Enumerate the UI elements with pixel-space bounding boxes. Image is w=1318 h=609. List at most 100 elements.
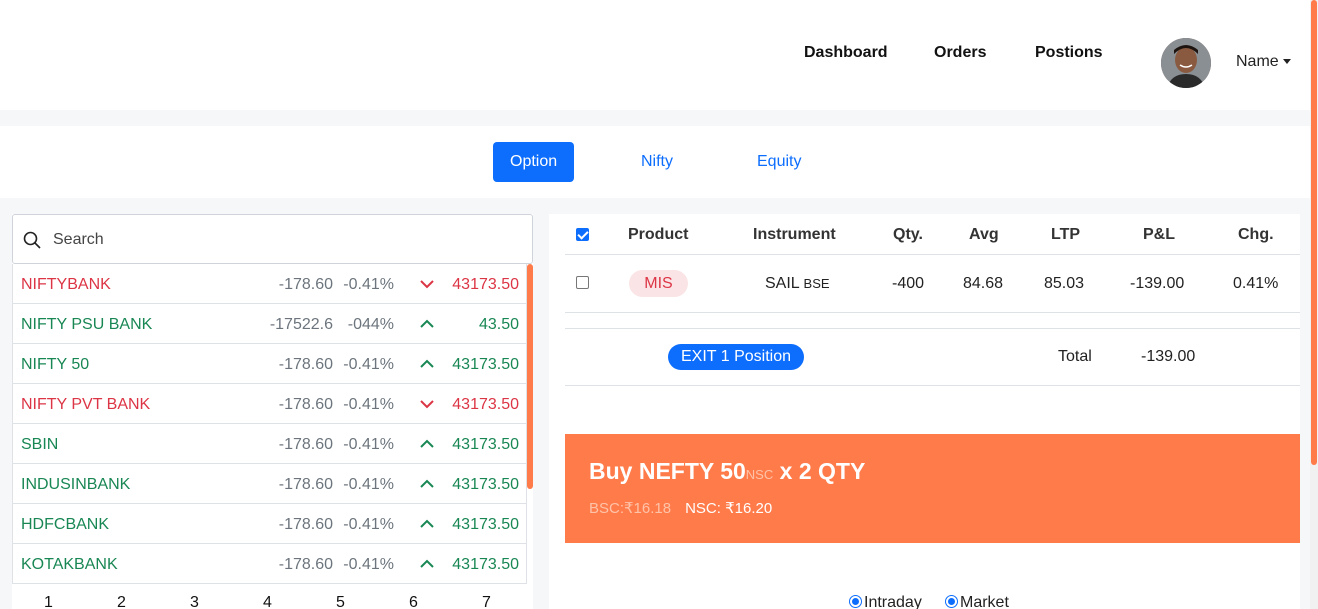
- search-input[interactable]: [53, 227, 523, 253]
- watchlist-row[interactable]: KOTAKBANK -178.60 -0.41% 43173.50: [13, 544, 527, 584]
- symbol-change: -178.60: [278, 396, 333, 413]
- user-name-label: Name: [1236, 53, 1279, 70]
- caret-down-icon: [1282, 59, 1291, 65]
- page-number[interactable]: 6: [409, 594, 418, 609]
- qty-cell: -400: [892, 275, 925, 292]
- page-scrollbar-thumb[interactable]: [1311, 0, 1317, 465]
- page-number[interactable]: 7: [482, 594, 491, 609]
- symbol-ltp: 43173.50: [452, 516, 519, 533]
- col-product: Product: [628, 226, 689, 243]
- avatar-image: [1161, 38, 1211, 88]
- nav-orders-link[interactable]: Orders: [934, 44, 986, 62]
- chg-cell: 0.41%: [1233, 275, 1279, 292]
- tab-option[interactable]: Option: [493, 142, 575, 182]
- instrument-exchange: BSE: [803, 276, 830, 291]
- col-chg: Chg.: [1238, 226, 1274, 243]
- positions-panel: Product Instrument Qty. Avg LTP P&L Chg.…: [549, 214, 1300, 609]
- symbol-change-pct: -0.41%: [343, 556, 394, 573]
- order-exchange: NSC: [745, 467, 774, 482]
- search-icon: [23, 231, 41, 249]
- watchlist-row[interactable]: NIFTY 50 -178.60 -0.41% 43173.50: [13, 344, 527, 384]
- user-avatar[interactable]: [1161, 38, 1211, 88]
- pagination: 1 2 3 4 5 6 7: [12, 590, 533, 609]
- symbol-name: NIFTY PSU BANK: [21, 316, 153, 333]
- symbol-change-pct: -0.41%: [343, 396, 394, 413]
- intraday-radio[interactable]: Intraday: [849, 594, 922, 609]
- avg-cell: 84.68: [963, 275, 1004, 292]
- symbol-name: KOTAKBANK: [21, 556, 118, 573]
- symbol-ltp: 43173.50: [452, 276, 519, 293]
- symbol-name: SBIN: [21, 436, 59, 453]
- instrument-cell: SAIL BSE: [765, 275, 830, 293]
- col-avg: Avg: [969, 226, 999, 243]
- radio-selected-icon: [849, 595, 862, 608]
- symbol-change: -178.60: [278, 556, 333, 573]
- col-instrument: Instrument: [753, 226, 836, 243]
- page-number[interactable]: 2: [117, 594, 126, 609]
- watchlist-row[interactable]: NIFTY PSU BANK -17522.6 -044% 43.50: [13, 304, 527, 344]
- symbol-change-pct: -0.41%: [343, 356, 394, 373]
- symbol-change: -178.60: [278, 436, 333, 453]
- symbol-change: -178.60: [278, 276, 333, 293]
- page-number[interactable]: 1: [44, 594, 53, 609]
- select-all-checkbox[interactable]: [576, 228, 589, 241]
- summary-top-divider: [565, 328, 1300, 329]
- symbol-ltp: 43173.50: [452, 396, 519, 413]
- order-instrument: Buy NEFTY 50: [589, 458, 746, 484]
- symbol-name: NIFTYBANK: [21, 276, 111, 293]
- total-label: Total: [1058, 348, 1092, 365]
- order-ticket: Buy NEFTY 50NSC x 2 QTY BSC:₹16.18 NSC: ₹…: [565, 434, 1300, 543]
- radio-selected-icon: [945, 595, 958, 608]
- chevron-up-icon: [420, 519, 434, 528]
- order-title: Buy NEFTY 50NSC x 2 QTY: [589, 458, 865, 485]
- instrument-name: SAIL: [765, 275, 800, 292]
- chevron-down-icon: [420, 400, 434, 409]
- symbol-change: -178.60: [278, 516, 333, 533]
- symbol-name: NIFTY PVT BANK: [21, 396, 151, 413]
- page-number[interactable]: 5: [336, 594, 345, 609]
- symbol-change-pct: -0.41%: [343, 436, 394, 453]
- watchlist-row[interactable]: NIFTYBANK -178.60 -0.41% 43173.50: [13, 264, 527, 304]
- symbol-ltp: 43173.50: [452, 556, 519, 573]
- watchlist-row[interactable]: NIFTY PVT BANK -178.60 -0.41% 43173.50: [13, 384, 527, 424]
- page-number[interactable]: 4: [263, 594, 272, 609]
- header-divider: [565, 254, 1300, 255]
- col-pnl: P&L: [1143, 226, 1175, 243]
- order-quantity: x 2 QTY: [779, 458, 866, 484]
- exit-position-button[interactable]: EXIT 1 Position: [668, 344, 804, 370]
- row-divider: [565, 312, 1300, 313]
- symbol-change: -17522.6: [269, 316, 333, 333]
- watchlist-row[interactable]: SBIN -178.60 -0.41% 43173.50: [13, 424, 527, 464]
- intraday-label: Intraday: [864, 594, 922, 609]
- watchlist-scrollbar[interactable]: [527, 264, 533, 489]
- order-prices: BSC:₹16.18 NSC: ₹16.20: [589, 499, 772, 517]
- ltp-cell: 85.03: [1044, 275, 1085, 292]
- symbol-name: INDUSINBANK: [21, 476, 131, 493]
- nav-dashboard-link[interactable]: Dashboard: [804, 44, 888, 62]
- summary-bottom-divider: [565, 385, 1300, 386]
- symbol-change-pct: -044%: [347, 316, 394, 333]
- symbol-name: NIFTY 50: [21, 356, 90, 373]
- symbol-name: HDFCBANK: [21, 516, 110, 533]
- chevron-down-icon: [420, 280, 434, 289]
- market-label: Market: [960, 594, 1009, 609]
- watchlist-row[interactable]: INDUSINBANK -178.60 -0.41% 43173.50: [13, 464, 527, 504]
- tab-nifty[interactable]: Nifty: [624, 142, 690, 182]
- market-radio[interactable]: Market: [945, 594, 1009, 609]
- watchlist-row[interactable]: HDFCBANK -178.60 -0.41% 43173.50: [13, 504, 527, 544]
- chevron-up-icon: [420, 479, 434, 488]
- symbol-ltp: 43173.50: [452, 356, 519, 373]
- chevron-up-icon: [420, 319, 434, 328]
- total-value: -139.00: [1141, 348, 1196, 365]
- pnl-cell: -139.00: [1130, 275, 1185, 292]
- symbol-change-pct: -0.41%: [343, 476, 394, 493]
- symbol-change: -178.60: [278, 356, 333, 373]
- tab-equity[interactable]: Equity: [740, 142, 818, 182]
- page-number[interactable]: 3: [190, 594, 199, 609]
- nav-positions-link[interactable]: Postions: [1035, 44, 1103, 62]
- col-qty: Qty.: [893, 226, 923, 243]
- user-name-dropdown[interactable]: Name: [1236, 53, 1291, 71]
- symbol-change-pct: -0.41%: [343, 516, 394, 533]
- row-checkbox[interactable]: [576, 276, 589, 289]
- bsc-price: BSC:₹16.18: [589, 500, 672, 517]
